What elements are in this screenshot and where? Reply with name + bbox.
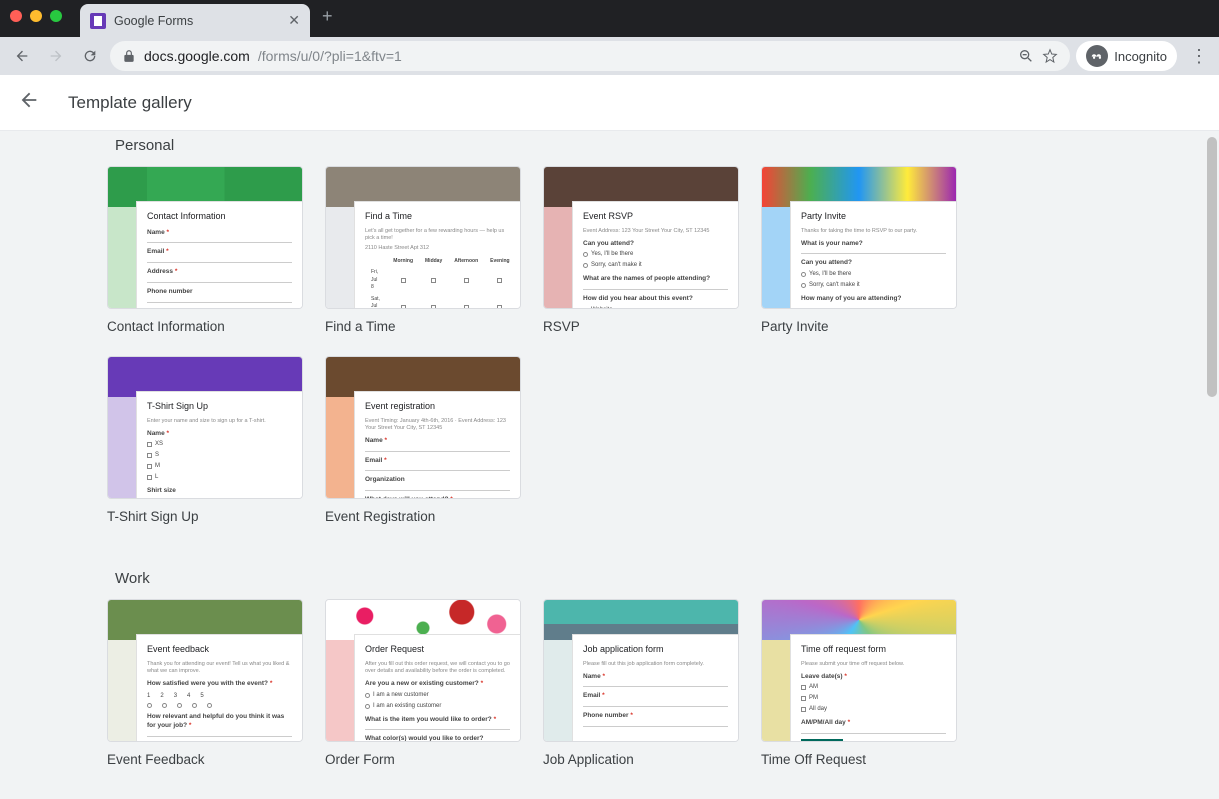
template-thumbnail: Order RequestAfter you fill out this ord… — [325, 599, 521, 742]
browser-toolbar: docs.google.com/forms/u/0/?pli=1&ftv=1 I… — [0, 37, 1219, 75]
template-thumbnail: Find a TimeLet's all get together for a … — [325, 166, 521, 309]
template-card-ts[interactable]: T-Shirt Sign UpEnter your name and size … — [107, 356, 303, 524]
section-label: Work — [107, 564, 1112, 599]
browser-tabstrip: Google Forms ✕ + — [0, 0, 1219, 37]
template-label: T-Shirt Sign Up — [107, 499, 303, 524]
browser-menu-button[interactable]: ⋮ — [1187, 46, 1211, 67]
template-label: Party Invite — [761, 309, 957, 334]
back-button[interactable] — [18, 89, 40, 116]
template-card-ja[interactable]: Job application formPlease fill out this… — [543, 599, 739, 767]
template-card-ft[interactable]: Find a TimeLet's all get together for a … — [325, 166, 521, 334]
template-thumbnail: Job application formPlease fill out this… — [543, 599, 739, 742]
template-label: Event Feedback — [107, 742, 303, 767]
template-label: RSVP — [543, 309, 739, 334]
template-label: Event Registration — [325, 499, 521, 524]
template-thumbnail: Party InviteThanks for taking the time t… — [761, 166, 957, 309]
bookmark-star-icon[interactable] — [1042, 48, 1058, 64]
browser-back-button[interactable] — [8, 42, 36, 70]
template-card-ef[interactable]: Event feedbackThank you for attending ou… — [107, 599, 303, 767]
template-label: Find a Time — [325, 309, 521, 334]
template-card-of[interactable]: Order RequestAfter you fill out this ord… — [325, 599, 521, 767]
content-scroll[interactable]: PersonalContact InformationName *Email *… — [0, 131, 1219, 799]
template-label: Job Application — [543, 742, 739, 767]
address-bar[interactable]: docs.google.com/forms/u/0/?pli=1&ftv=1 — [110, 41, 1070, 71]
incognito-icon — [1086, 45, 1108, 67]
template-card-pi[interactable]: Party InviteThanks for taking the time t… — [761, 166, 957, 334]
template-label: Order Form — [325, 742, 521, 767]
template-thumbnail: Event registrationEvent Timing: January … — [325, 356, 521, 499]
template-thumbnail: T-Shirt Sign UpEnter your name and size … — [107, 356, 303, 499]
template-grid: Event feedbackThank you for attending ou… — [107, 599, 1112, 767]
incognito-label: Incognito — [1114, 49, 1167, 64]
template-thumbnail: Event feedbackThank you for attending ou… — [107, 599, 303, 742]
template-label: Time Off Request — [761, 742, 957, 767]
template-thumbnail: Contact InformationName *Email *Address … — [107, 166, 303, 309]
window-close[interactable] — [10, 10, 22, 22]
template-card-ci[interactable]: Contact InformationName *Email *Address … — [107, 166, 303, 334]
section-label: Personal — [107, 131, 1112, 166]
url-host: docs.google.com — [144, 48, 250, 64]
template-card-to[interactable]: Time off request formPlease submit your … — [761, 599, 957, 767]
browser-tab[interactable]: Google Forms ✕ — [80, 4, 310, 37]
tab-title: Google Forms — [114, 14, 280, 28]
incognito-badge[interactable]: Incognito — [1076, 41, 1177, 71]
template-grid: Contact InformationName *Email *Address … — [107, 166, 1112, 524]
window-zoom[interactable] — [50, 10, 62, 22]
window-minimize[interactable] — [30, 10, 42, 22]
template-card-rs[interactable]: Event RSVPEvent Address: 123 Your Street… — [543, 166, 739, 334]
template-label: Contact Information — [107, 309, 303, 334]
zoom-icon[interactable] — [1018, 48, 1034, 64]
template-card-er[interactable]: Event registrationEvent Timing: January … — [325, 356, 521, 524]
browser-reload-button[interactable] — [76, 42, 104, 70]
app-header: Template gallery — [0, 75, 1219, 131]
url-path: /forms/u/0/?pli=1&ftv=1 — [258, 48, 402, 64]
scrollbar-thumb[interactable] — [1207, 137, 1217, 397]
close-tab-icon[interactable]: ✕ — [288, 12, 300, 29]
template-thumbnail: Time off request formPlease submit your … — [761, 599, 957, 742]
new-tab-button[interactable]: + — [322, 6, 333, 27]
page-title: Template gallery — [68, 93, 192, 113]
forms-favicon — [90, 13, 106, 29]
template-thumbnail: Event RSVPEvent Address: 123 Your Street… — [543, 166, 739, 309]
lock-icon — [122, 49, 136, 63]
window-controls — [10, 10, 62, 22]
browser-forward-button[interactable] — [42, 42, 70, 70]
